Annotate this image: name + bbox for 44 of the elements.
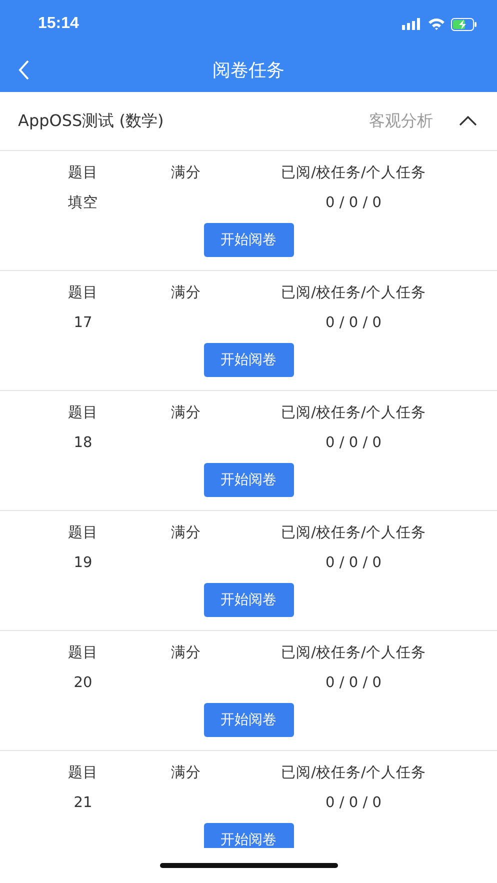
column-label: 题目	[67, 164, 99, 183]
progress-count: 0 / 0 / 0	[324, 194, 382, 213]
analysis-link[interactable]: 客观分析	[369, 110, 433, 132]
question-name: 19	[72, 554, 94, 573]
start-marking-button[interactable]: 开始阅卷	[204, 703, 294, 737]
column-label: 满分	[170, 284, 202, 303]
start-marking-button[interactable]: 开始阅卷	[204, 583, 294, 617]
signal-icon	[402, 18, 422, 30]
column-label: 满分	[170, 764, 202, 783]
column-label: 题目	[67, 764, 99, 783]
column-label: 满分	[170, 524, 202, 543]
page-title: 阅卷任务	[212, 59, 284, 82]
start-marking-button[interactable]: 开始阅卷	[204, 463, 294, 497]
status-time: 15:14	[38, 15, 79, 33]
question-name: 21	[72, 794, 94, 813]
column-label: 已阅/校任务/个人任务	[280, 284, 427, 303]
progress-count: 0 / 0 / 0	[324, 314, 382, 333]
progress-count: 0 / 0 / 0	[324, 554, 382, 573]
back-icon[interactable]	[18, 60, 30, 80]
column-label: 满分	[170, 644, 202, 663]
exam-title: AppOSS测试 (数学)	[18, 110, 165, 132]
column-label: 已阅/校任务/个人任务	[280, 164, 427, 183]
column-label: 已阅/校任务/个人任务	[280, 644, 427, 663]
question-name: 20	[72, 674, 94, 693]
progress-count: 0 / 0 / 0	[324, 674, 382, 693]
column-label: 题目	[67, 524, 99, 543]
column-label: 题目	[67, 284, 99, 303]
start-marking-button[interactable]: 开始阅卷	[204, 223, 294, 257]
column-label: 已阅/校任务/个人任务	[280, 524, 427, 543]
progress-count: 0 / 0 / 0	[324, 794, 382, 813]
question-name: 18	[72, 434, 94, 453]
column-label: 题目	[67, 404, 99, 423]
start-marking-button[interactable]: 开始阅卷	[204, 823, 294, 848]
start-marking-button[interactable]: 开始阅卷	[204, 343, 294, 377]
column-label: 已阅/校任务/个人任务	[280, 404, 427, 423]
question-name: 17	[72, 314, 94, 333]
column-label: 满分	[170, 164, 202, 183]
chevron-icon[interactable]	[459, 116, 477, 126]
progress-count: 0 / 0 / 0	[324, 434, 382, 453]
wifi-icon	[428, 18, 445, 30]
question-name: 填空	[67, 194, 99, 213]
column-label: 题目	[67, 644, 99, 663]
column-label: 满分	[170, 404, 202, 423]
column-label: 已阅/校任务/个人任务	[280, 764, 427, 783]
